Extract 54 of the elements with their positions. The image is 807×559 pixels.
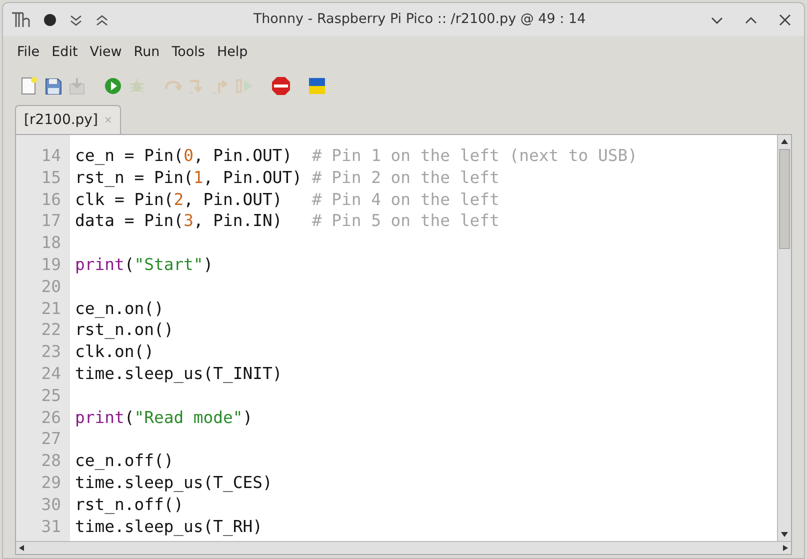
menu-item[interactable]: Edit [50, 42, 80, 62]
code-line: ce_n.off() [75, 451, 174, 470]
run-icon[interactable] [103, 76, 123, 96]
double-chevron-down-icon[interactable] [69, 12, 83, 26]
menu-item[interactable]: View [88, 42, 124, 62]
line-number: 31 [40, 516, 62, 538]
line-number: 15 [40, 166, 62, 189]
code-line: ce_n = Pin(0, Pin.OUT) # Pin 1 on the left (next to USB) [75, 146, 638, 165]
editor-tab[interactable]: [r2100.py] × [15, 105, 122, 134]
app-logo-icon [11, 10, 31, 28]
line-number: 28 [40, 450, 62, 472]
close-icon[interactable] [778, 12, 792, 26]
line-number: 18 [40, 232, 62, 254]
tab-label: [r2100.py] [24, 110, 98, 130]
code-line: rst_n = Pin(1, Pin.OUT) # Pin 2 on the left [75, 168, 500, 187]
code-line: time.sleep_us(T_RH) [75, 516, 262, 536]
ukraine-flag-icon[interactable] [307, 76, 327, 96]
code-line: data = Pin(3, Pin.IN) # Pin 5 on the left [75, 211, 500, 230]
menu-item[interactable]: Tools [170, 42, 207, 62]
line-number: 23 [40, 341, 62, 363]
code-line: rst_n.on() [75, 320, 174, 340]
code-line: time.sleep_us(T_CES) [75, 472, 272, 492]
line-number: 25 [40, 384, 62, 407]
line-number: 20 [40, 276, 62, 298]
window-title: Thonny - Raspberry Pi Pico :: /r2100.py @ 49 : 14 [253, 10, 586, 30]
line-number: 14 [40, 145, 62, 167]
line-number: 24 [40, 362, 62, 385]
new-file-icon[interactable] [19, 76, 39, 96]
circle-icon[interactable] [43, 12, 57, 26]
menu-item[interactable]: Run [132, 42, 162, 62]
code-line: rst_n.off() [75, 494, 184, 514]
menu-item[interactable]: Help [214, 42, 250, 62]
code-line: ce_n.on() [75, 298, 164, 318]
code-line: clk.on() [75, 342, 154, 362]
line-number: 22 [40, 319, 62, 342]
menu-item[interactable]: File [15, 42, 42, 62]
code-line: time.sleep_us(T_INIT) [75, 364, 282, 383]
stop-sign-icon[interactable] [271, 76, 291, 96]
code-line: clk = Pin(2, Pin.OUT) # Pin 4 on the left [75, 190, 500, 209]
line-number: 19 [40, 254, 62, 276]
line-number: 27 [40, 428, 62, 450]
double-chevron-up-icon[interactable] [95, 12, 109, 26]
scrollbar-thumb[interactable] [779, 149, 790, 249]
line-number: 21 [40, 298, 62, 320]
save-icon[interactable] [43, 76, 63, 96]
line-number: 17 [40, 210, 62, 232]
line-number: 30 [40, 494, 62, 516]
code-line: print("Read mode") [75, 408, 253, 427]
code-line: print("Start") [75, 254, 214, 274]
line-number: 29 [40, 472, 62, 494]
line-number: 26 [40, 406, 62, 428]
horizontal-scrollbar[interactable] [16, 541, 791, 554]
vertical-scrollbar[interactable] [777, 135, 791, 541]
line-number: 16 [40, 188, 62, 210]
